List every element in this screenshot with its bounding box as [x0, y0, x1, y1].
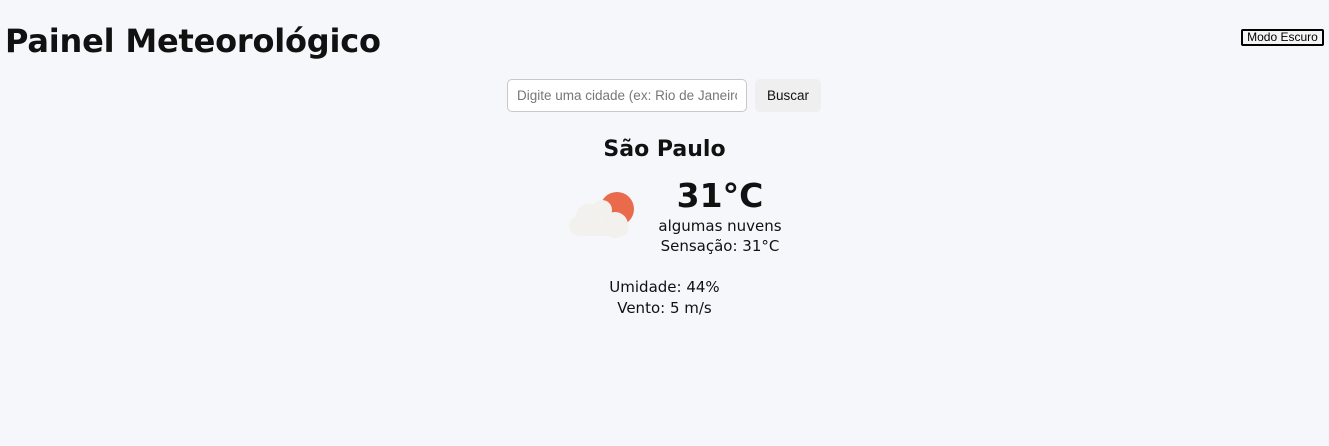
feels-like-text: Sensação: 31°C	[660, 237, 780, 255]
weather-details: Umidade: 44% Vento: 5 m/s	[0, 277, 1329, 319]
page-title: Painel Meteorológico	[5, 22, 381, 60]
temperature-value: 31°C	[676, 176, 764, 215]
partly-cloudy-icon	[569, 192, 634, 238]
dark-mode-toggle-button[interactable]: Modo Escuro	[1241, 29, 1324, 46]
search-button[interactable]: Buscar	[755, 79, 821, 112]
weather-description: algumas nuvens	[658, 217, 782, 235]
temperature-block: 31°C algumas nuvens Sensação: 31°C	[650, 176, 790, 256]
humidity-text: Umidade: 44%	[609, 278, 720, 296]
city-search-input[interactable]	[507, 79, 747, 112]
wind-text: Vento: 5 m/s	[617, 299, 712, 317]
city-name: São Paulo	[603, 137, 726, 162]
